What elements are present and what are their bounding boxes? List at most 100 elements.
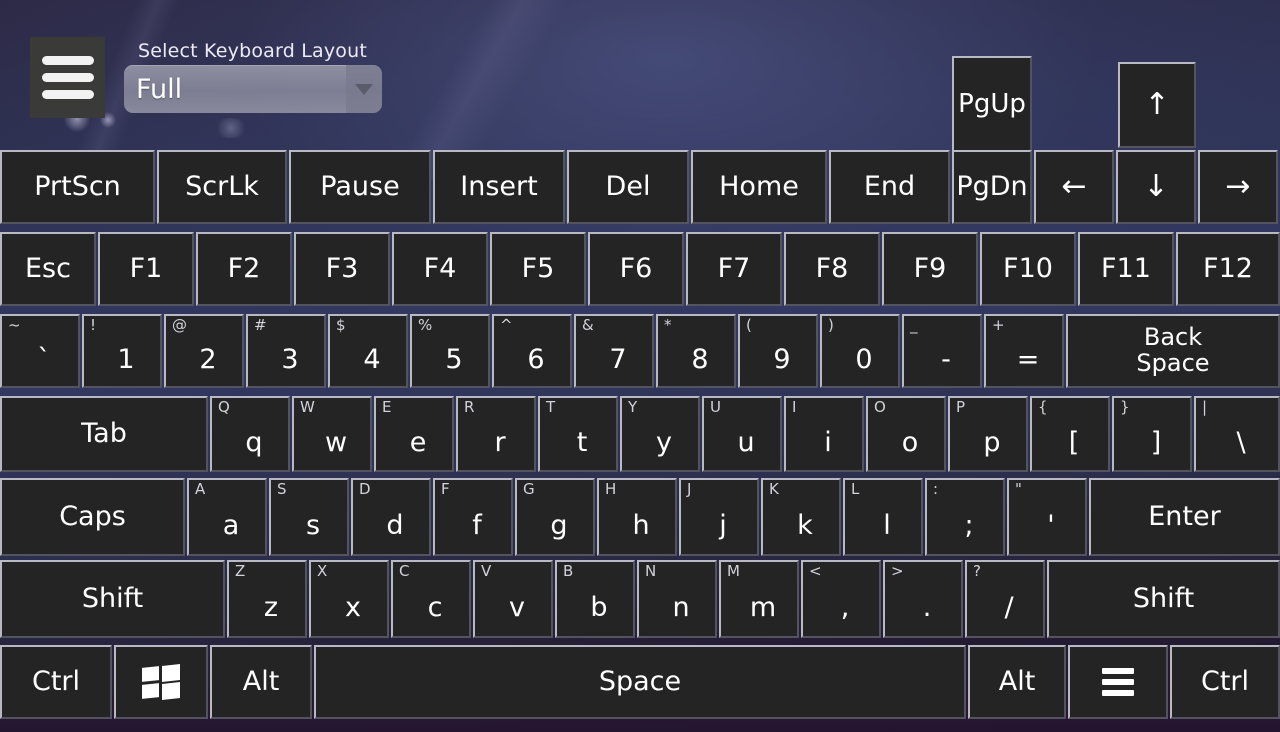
key-arrow-down[interactable]: ↓ — [1116, 150, 1196, 224]
key-digit-8[interactable]: * 8 — [656, 314, 736, 388]
key-comma[interactable]: <, — [801, 560, 881, 638]
key-key-t[interactable]: Tt — [538, 396, 618, 472]
key-key-e[interactable]: Ee — [374, 396, 454, 472]
key-key-p[interactable]: Pp — [948, 396, 1028, 472]
key-scrlk[interactable]: ScrLk — [157, 150, 287, 224]
key-prtscn[interactable]: PrtScn — [0, 150, 155, 224]
key-f2[interactable]: F2 — [196, 232, 292, 306]
key-key-c[interactable]: Cc — [391, 560, 471, 638]
key-bracket-left[interactable]: {[ — [1030, 396, 1110, 472]
key-key-l[interactable]: Ll — [843, 478, 923, 556]
key-digit-6[interactable]: ^ 6 — [492, 314, 572, 388]
key-f3[interactable]: F3 — [294, 232, 390, 306]
key-menu-key[interactable] — [1068, 645, 1168, 719]
key-main-label: a — [222, 510, 240, 542]
chevron-down-icon[interactable] — [346, 65, 382, 113]
key-key-r[interactable]: Rr — [456, 396, 536, 472]
key-key-v[interactable]: Vv — [473, 560, 553, 638]
key-pgdn[interactable]: PgDn — [952, 150, 1032, 224]
key-f7[interactable]: F7 — [686, 232, 782, 306]
key-minus[interactable]: _ - — [902, 314, 982, 388]
key-key-g[interactable]: Gg — [515, 478, 595, 556]
key-digit-5[interactable]: % 5 — [410, 314, 490, 388]
key-windows-key[interactable] — [114, 645, 208, 719]
key-key-w[interactable]: Ww — [292, 396, 372, 472]
key-key-f[interactable]: Ff — [433, 478, 513, 556]
key-f4[interactable]: F4 — [392, 232, 488, 306]
keyboard-layout-select[interactable]: Full — [124, 65, 382, 113]
key-backslash[interactable]: | \ — [1194, 396, 1280, 472]
key-key-n[interactable]: Nn — [637, 560, 717, 638]
key-shift-label: P — [956, 398, 966, 416]
key-pgup[interactable]: PgUp — [952, 56, 1032, 152]
key-key-h[interactable]: Hh — [597, 478, 677, 556]
key-key-j[interactable]: Jj — [679, 478, 759, 556]
key-f9[interactable]: F9 — [882, 232, 978, 306]
key-key-x[interactable]: Xx — [309, 560, 389, 638]
key-key-s[interactable]: Ss — [269, 478, 349, 556]
key-esc[interactable]: Esc — [0, 232, 96, 306]
key-end[interactable]: End — [829, 150, 950, 224]
key-digit-9[interactable]: (9 — [738, 314, 818, 388]
key-key-d[interactable]: Dd — [351, 478, 431, 556]
key-home[interactable]: Home — [691, 150, 827, 224]
key-key-q[interactable]: Qq — [210, 396, 290, 472]
key-enter[interactable]: Enter — [1089, 478, 1280, 556]
key-main-label: 6 — [527, 344, 545, 376]
key-pause[interactable]: Pause — [289, 150, 431, 224]
key-key-i[interactable]: Ii — [784, 396, 864, 472]
key-key-o[interactable]: Oo — [866, 396, 946, 472]
key-shift-left[interactable]: Shift — [0, 560, 225, 638]
key-f6[interactable]: F6 — [588, 232, 684, 306]
key-f5[interactable]: F5 — [490, 232, 586, 306]
key-key-b[interactable]: Bb — [555, 560, 635, 638]
key-main-label: r — [494, 427, 506, 459]
key-main-label: b — [590, 592, 608, 624]
key-key-m[interactable]: Mm — [719, 560, 799, 638]
key-f12[interactable]: F12 — [1176, 232, 1280, 306]
key-ctrl-right[interactable]: Ctrl — [1170, 645, 1280, 719]
hamburger-menu-icon[interactable] — [30, 37, 105, 118]
key-quote[interactable]: " ' — [1007, 478, 1087, 556]
key-shift-label: D — [359, 480, 371, 498]
key-caps[interactable]: Caps — [0, 478, 185, 556]
key-digit-1[interactable]: ! 1 — [82, 314, 162, 388]
key-arrow-right[interactable]: → — [1198, 150, 1278, 224]
key-space[interactable]: Space — [314, 645, 966, 719]
key-main-label: c — [427, 592, 443, 624]
key-main-label: i — [824, 427, 832, 459]
key-digit-0[interactable]: ) 0 — [820, 314, 900, 388]
key-main-label: u — [737, 427, 755, 459]
key-ctrl-left[interactable]: Ctrl — [0, 645, 112, 719]
key-del[interactable]: Del — [567, 150, 689, 224]
key-digit-4[interactable]: $4 — [328, 314, 408, 388]
key-alt-right[interactable]: Alt — [968, 645, 1066, 719]
key-period[interactable]: >. — [883, 560, 963, 638]
key-tab[interactable]: Tab — [0, 396, 208, 472]
key-main-label: 0 — [855, 344, 873, 376]
key-backtick[interactable]: ~ ` — [0, 314, 80, 388]
key-shift-right[interactable]: Shift — [1047, 560, 1280, 638]
key-key-z[interactable]: Zz — [227, 560, 307, 638]
key-key-a[interactable]: Aa — [187, 478, 267, 556]
key-insert[interactable]: Insert — [433, 150, 565, 224]
key-digit-3[interactable]: #3 — [246, 314, 326, 388]
key-f8[interactable]: F8 — [784, 232, 880, 306]
key-arrow-up[interactable]: ↑ — [1118, 62, 1196, 148]
key-backspace[interactable]: Back Space — [1066, 314, 1280, 388]
key-key-u[interactable]: Uu — [702, 396, 782, 472]
key-key-k[interactable]: Kk — [761, 478, 841, 556]
key-key-y[interactable]: Yy — [620, 396, 700, 472]
key-equals[interactable]: + = — [984, 314, 1064, 388]
key-f1[interactable]: F1 — [98, 232, 194, 306]
key-bracket-right[interactable]: }] — [1112, 396, 1192, 472]
key-digit-7[interactable]: & 7 — [574, 314, 654, 388]
key-alt-left[interactable]: Alt — [210, 645, 312, 719]
key-f10[interactable]: F10 — [980, 232, 1076, 306]
key-f11[interactable]: F11 — [1078, 232, 1174, 306]
key-digit-2[interactable]: @2 — [164, 314, 244, 388]
key-main-label: ; — [964, 510, 974, 542]
key-slash[interactable]: ? / — [965, 560, 1045, 638]
key-semicolon[interactable]: :; — [925, 478, 1005, 556]
key-arrow-left[interactable]: ← — [1034, 150, 1114, 224]
